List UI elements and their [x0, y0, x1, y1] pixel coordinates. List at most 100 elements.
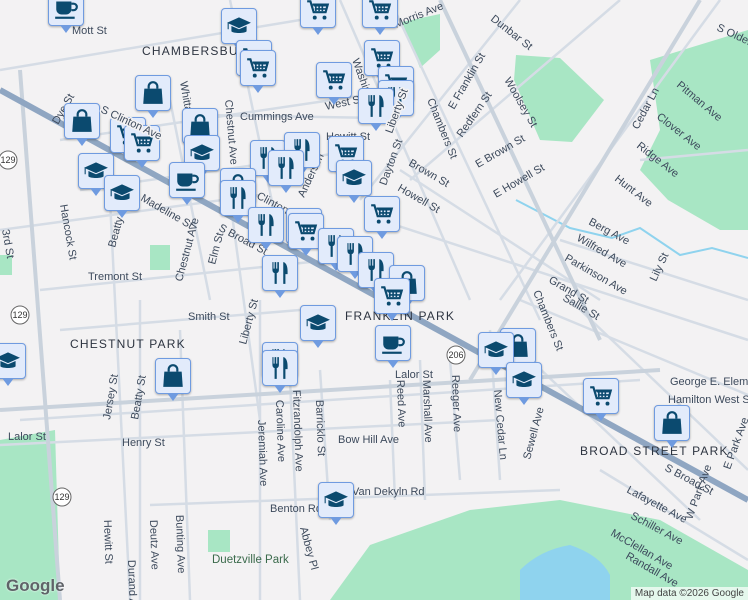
svg-text:Reeger Ave: Reeger Ave	[449, 375, 463, 433]
school-icon	[109, 180, 135, 206]
svg-text:New Cedar Ln: New Cedar Ln	[491, 389, 509, 460]
poi-marker-cart[interactable]	[583, 378, 619, 421]
poi-marker-grad[interactable]	[300, 305, 336, 348]
svg-text:Marshall Ave: Marshall Ave	[420, 380, 434, 443]
school-icon	[305, 310, 331, 336]
shopping-cart-icon	[369, 201, 395, 227]
svg-text:Hancock St: Hancock St	[57, 203, 79, 260]
shopping-cart-icon	[321, 67, 347, 93]
route-129-shield: 129	[0, 155, 15, 165]
poi-marker-grad[interactable]	[318, 482, 354, 525]
shopping-cart-icon	[245, 55, 271, 81]
svg-text:Dayton St: Dayton St	[378, 138, 406, 188]
poi-marker-bag[interactable]	[64, 103, 100, 146]
svg-text:Elm St: Elm St	[206, 231, 226, 265]
svg-text:Howell St: Howell St	[396, 182, 442, 216]
svg-text:Chestnut Ave: Chestnut Ave	[222, 99, 240, 165]
svg-text:Deutz Ave: Deutz Ave	[147, 520, 161, 570]
restaurant-icon	[267, 355, 293, 381]
route-206-shield: 206	[448, 350, 463, 360]
poi-marker-grad[interactable]	[0, 343, 26, 386]
svg-text:Bunting Ave: Bunting Ave	[173, 515, 187, 574]
label-school: George E. Elementary	[670, 376, 748, 388]
restaurant-icon	[273, 155, 299, 181]
svg-text:Smith St: Smith St	[188, 311, 230, 323]
poi-marker-cart[interactable]	[364, 196, 400, 239]
svg-text:Hewitt St: Hewitt St	[101, 520, 115, 564]
restaurant-icon	[225, 185, 251, 211]
area-duetzville-park: Duetzville Park	[212, 554, 289, 566]
svg-text:Brown St: Brown St	[407, 157, 452, 190]
cafe-icon	[380, 330, 406, 356]
shopping-cart-icon	[129, 130, 155, 156]
school-icon	[341, 165, 367, 191]
svg-text:Lalor St: Lalor St	[8, 431, 46, 443]
shopping-cart-icon	[588, 383, 614, 409]
school-icon	[511, 367, 537, 393]
poi-marker-cart[interactable]	[316, 62, 352, 105]
poi-marker-food[interactable]	[248, 207, 284, 250]
svg-text:Reed Ave: Reed Ave	[394, 380, 408, 428]
poi-marker-cart[interactable]	[362, 0, 398, 35]
poi-marker-food[interactable]	[268, 150, 304, 193]
restaurant-icon	[267, 260, 293, 286]
svg-text:Mott St: Mott St	[72, 25, 107, 37]
svg-text:Lily St: Lily St	[648, 251, 672, 283]
poi-marker-food[interactable]	[262, 350, 298, 393]
shopping-bag-icon	[659, 410, 685, 436]
restaurant-icon	[253, 212, 279, 238]
shopping-cart-icon	[305, 0, 331, 23]
poi-marker-food[interactable]	[358, 88, 394, 131]
google-logo: Google	[6, 576, 65, 595]
svg-text:Benton Rd: Benton Rd	[270, 503, 322, 515]
poi-marker-cart[interactable]	[374, 278, 410, 321]
restaurant-icon	[363, 93, 389, 119]
svg-text:Sewell Ave: Sewell Ave	[521, 406, 546, 461]
area-broad-street-park: BROAD STREET PARK	[580, 444, 729, 458]
svg-text:Durand Ave: Durand Ave	[125, 560, 139, 600]
poi-marker-cafe[interactable]	[169, 162, 205, 205]
poi-marker-grad[interactable]	[221, 8, 257, 51]
svg-text:Abbey Pl: Abbey Pl	[297, 526, 320, 572]
shopping-cart-icon	[293, 218, 319, 244]
svg-text:Tremont St: Tremont St	[88, 271, 142, 283]
poi-marker-bag[interactable]	[155, 358, 191, 401]
cafe-icon	[174, 167, 200, 193]
poi-marker-cart[interactable]	[300, 0, 336, 35]
shopping-bag-icon	[69, 108, 95, 134]
svg-text:Liberty St: Liberty St	[237, 298, 261, 346]
svg-text:Bow Hill Ave: Bow Hill Ave	[338, 434, 399, 446]
shopping-bag-icon	[140, 80, 166, 106]
svg-text:Jeremiah Ave: Jeremiah Ave	[255, 420, 269, 487]
school-icon	[483, 337, 509, 363]
area-chestnut-park: CHESTNUT PARK	[70, 337, 186, 351]
svg-text:Fitzrandolph Ave: Fitzrandolph Ave	[290, 390, 305, 472]
shopping-bag-icon	[160, 363, 186, 389]
shopping-cart-icon	[379, 283, 405, 309]
svg-text:Beatty St: Beatty St	[129, 374, 149, 420]
svg-text:3rd St: 3rd St	[0, 228, 16, 259]
poi-marker-cart[interactable]	[124, 125, 160, 168]
poi-marker-bag[interactable]	[135, 75, 171, 118]
route-129-shield: 129	[12, 310, 27, 320]
poi-marker-grad[interactable]	[104, 175, 140, 218]
school-icon	[226, 13, 252, 39]
svg-text:Caroline Ave: Caroline Ave	[273, 400, 287, 463]
svg-text:Henry St: Henry St	[122, 437, 165, 449]
shopping-cart-icon	[367, 0, 393, 23]
poi-marker-cart[interactable]	[240, 50, 276, 93]
route-129-shield: 129	[54, 492, 69, 502]
map-attribution[interactable]: Map data ©2026 Google	[630, 587, 748, 600]
cafe-icon	[53, 0, 79, 21]
poi-marker-cafe[interactable]	[48, 0, 84, 33]
svg-text:Barricklo St: Barricklo St	[313, 400, 327, 457]
school-icon	[0, 348, 21, 374]
poi-marker-food[interactable]	[262, 255, 298, 298]
svg-text:Van Dekyln Rd: Van Dekyln Rd	[352, 486, 425, 498]
poi-marker-cafe[interactable]	[375, 325, 411, 368]
poi-marker-bag[interactable]	[654, 405, 690, 448]
poi-marker-grad[interactable]	[336, 160, 372, 203]
poi-marker-grad[interactable]	[506, 362, 542, 405]
svg-text:Cummings Ave: Cummings Ave	[240, 111, 314, 123]
school-icon	[323, 487, 349, 513]
